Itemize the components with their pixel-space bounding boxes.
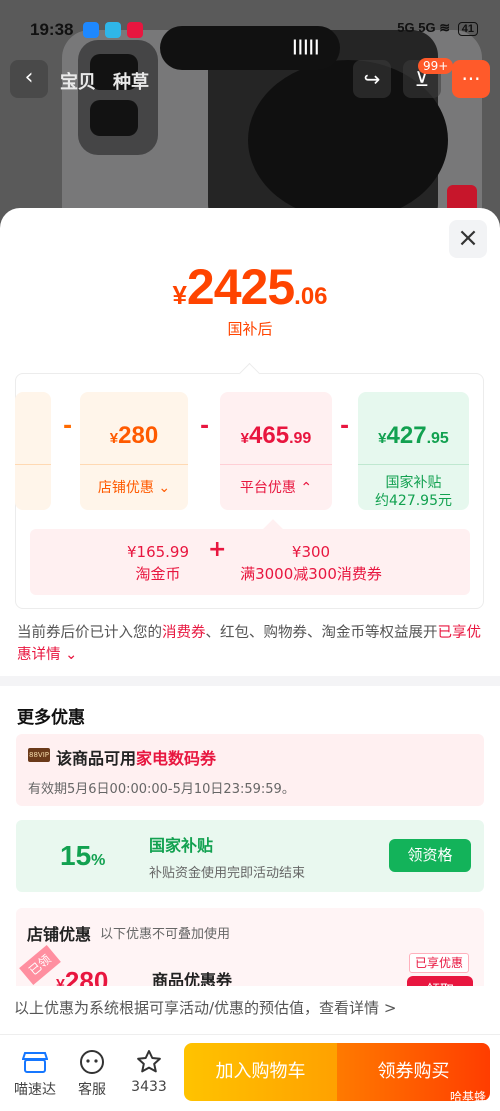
status-indicators: 5G 5G ≋ 41: [397, 20, 478, 36]
platform-discount-detail: ¥165.99 淘金币 + ¥300 满3000减300消费券: [30, 529, 470, 595]
shop-discount-note: 以下优惠不可叠加使用: [100, 927, 231, 942]
cart-badge: 99+: [418, 58, 454, 74]
top-nav: ‹ 宝贝 种草 ↪ ⊻ 99+ ···: [0, 58, 500, 100]
back-button[interactable]: ‹: [10, 60, 48, 98]
battery-icon: 41: [457, 22, 478, 36]
price-integer: 2425: [186, 259, 295, 315]
more-offers-title: 更多优惠: [17, 708, 85, 728]
audio-wave-icon: |||||: [292, 38, 320, 55]
app-notification-icon: [105, 22, 121, 38]
card-divider: [220, 464, 332, 465]
platform-discount-label: 平台优惠 ⌃: [239, 480, 313, 496]
chevron-left-icon: ‹: [24, 65, 34, 90]
subsidy-desc: 补贴资金使用完即活动结束: [149, 866, 306, 881]
signal-icon: 5G 5G: [397, 20, 436, 35]
chevron-up-icon: ⌃: [300, 480, 313, 496]
shop-discount-value: ¥280: [109, 422, 159, 449]
shop-discount-title: 店铺优惠: [27, 925, 92, 944]
final-price: ¥2425.06: [0, 258, 500, 316]
minus-sign: -: [200, 414, 210, 439]
footnote-text: 以上优惠为系统根据可享活动/优惠的预估值，查看详情 >: [14, 999, 397, 1017]
platform-discount-card[interactable]: ¥465.99 平台优惠 ⌃: [220, 392, 332, 510]
price-breakdown: - ¥280 店铺优惠 ⌄ - ¥465.99 平台优惠 ⌃ - ¥427.95…: [15, 373, 484, 609]
status-bar: 19:38 ||||| 5G 5G ≋ 41: [0, 18, 500, 70]
coupon-validity: 有效期5月6日00:00:00-5月10日23:59:59。: [28, 782, 295, 797]
card-divider: [15, 464, 51, 465]
vip-badge: 88VIP: [28, 748, 50, 762]
service-icon: [64, 1049, 120, 1075]
app-notification-icon: [127, 22, 143, 38]
plus-sign: +: [208, 537, 227, 562]
add-to-cart-button[interactable]: 加入购物车: [184, 1043, 337, 1101]
subsidy-percent: 15%: [60, 840, 106, 871]
section-divider: [0, 676, 500, 686]
close-button[interactable]: ×: [449, 220, 487, 258]
card-divider: [80, 464, 188, 465]
detail-item-coins: ¥165.99 淘金币: [126, 543, 190, 583]
home-appliance-coupon[interactable]: 88VIP 该商品可用家电数码券 有效期5月6日00:00:00-5月10日23…: [16, 734, 484, 806]
minus-sign: -: [63, 414, 73, 439]
card-divider: [358, 464, 469, 465]
tab-product[interactable]: 宝贝: [60, 68, 96, 94]
national-subsidy-promo: 15% 国家补贴 补贴资金使用完即活动结束 领资格: [16, 820, 484, 892]
status-time: 19:38: [30, 20, 74, 39]
subsidy-title: 国家补贴: [149, 836, 214, 855]
chevron-down-icon: ⌄: [65, 647, 78, 663]
claim-eligibility-button[interactable]: 领资格: [389, 839, 471, 872]
coupon-title: 该商品可用家电数码券: [56, 749, 217, 768]
close-icon: ×: [457, 223, 479, 253]
chevron-down-icon: ⌄: [158, 480, 171, 496]
share-button[interactable]: ↪: [353, 60, 391, 98]
shop-discount-label: 店铺优惠 ⌄: [97, 480, 171, 496]
minus-sign: -: [340, 414, 350, 439]
claimed-stamp: 已领: [19, 945, 61, 985]
watermark: 哈基蜂: [449, 1090, 486, 1104]
price-label: 国补后: [227, 320, 273, 338]
discount-sheet: × ¥2425.06 国补后 - ¥280 店铺优惠 ⌄ - ¥465.99 平…: [0, 208, 500, 1111]
subsidy-label: 国家补贴 约427.95元: [375, 475, 452, 509]
national-subsidy-card: ¥427.95 国家补贴 约427.95元: [358, 392, 469, 510]
detail-item-voucher: ¥300 满3000减300消费券: [240, 543, 382, 583]
estimate-footnote[interactable]: 以上优惠为系统根据可享活动/优惠的预估值，查看详情 >: [0, 986, 500, 1034]
share-icon: ↪: [363, 67, 381, 91]
breakdown-card-partial: [15, 392, 51, 510]
voucher-link[interactable]: 消费券: [162, 625, 206, 641]
more-icon: ···: [461, 67, 481, 91]
favorite-button[interactable]: 3433: [121, 1049, 177, 1095]
bottom-bar: 喵速达 客服 3433 加入购物车 领券购买 哈基蜂: [0, 1034, 500, 1111]
star-icon: [121, 1049, 177, 1075]
discount-notice: 当前券后价已计入您的消费券、红包、购物券、淘金币等权益展开已享优惠详情 ⌄: [17, 625, 481, 663]
more-button[interactable]: ···: [452, 60, 490, 98]
subsidy-value: ¥427.95: [378, 422, 449, 449]
shop-discount-card[interactable]: ¥280 店铺优惠 ⌄: [80, 392, 188, 510]
wifi-icon: ≋: [439, 20, 451, 35]
platform-discount-value: ¥465.99: [240, 422, 312, 449]
applied-tag: 已享优惠: [409, 953, 470, 973]
price-decimal: .06: [294, 283, 328, 310]
store-button[interactable]: 喵速达: [7, 1049, 63, 1099]
customer-service-button[interactable]: 客服: [64, 1049, 120, 1099]
tab-seeding[interactable]: 种草: [113, 68, 149, 94]
store-icon: [7, 1049, 63, 1075]
price-currency: ¥: [172, 280, 187, 310]
app-notification-icon: [83, 22, 99, 38]
